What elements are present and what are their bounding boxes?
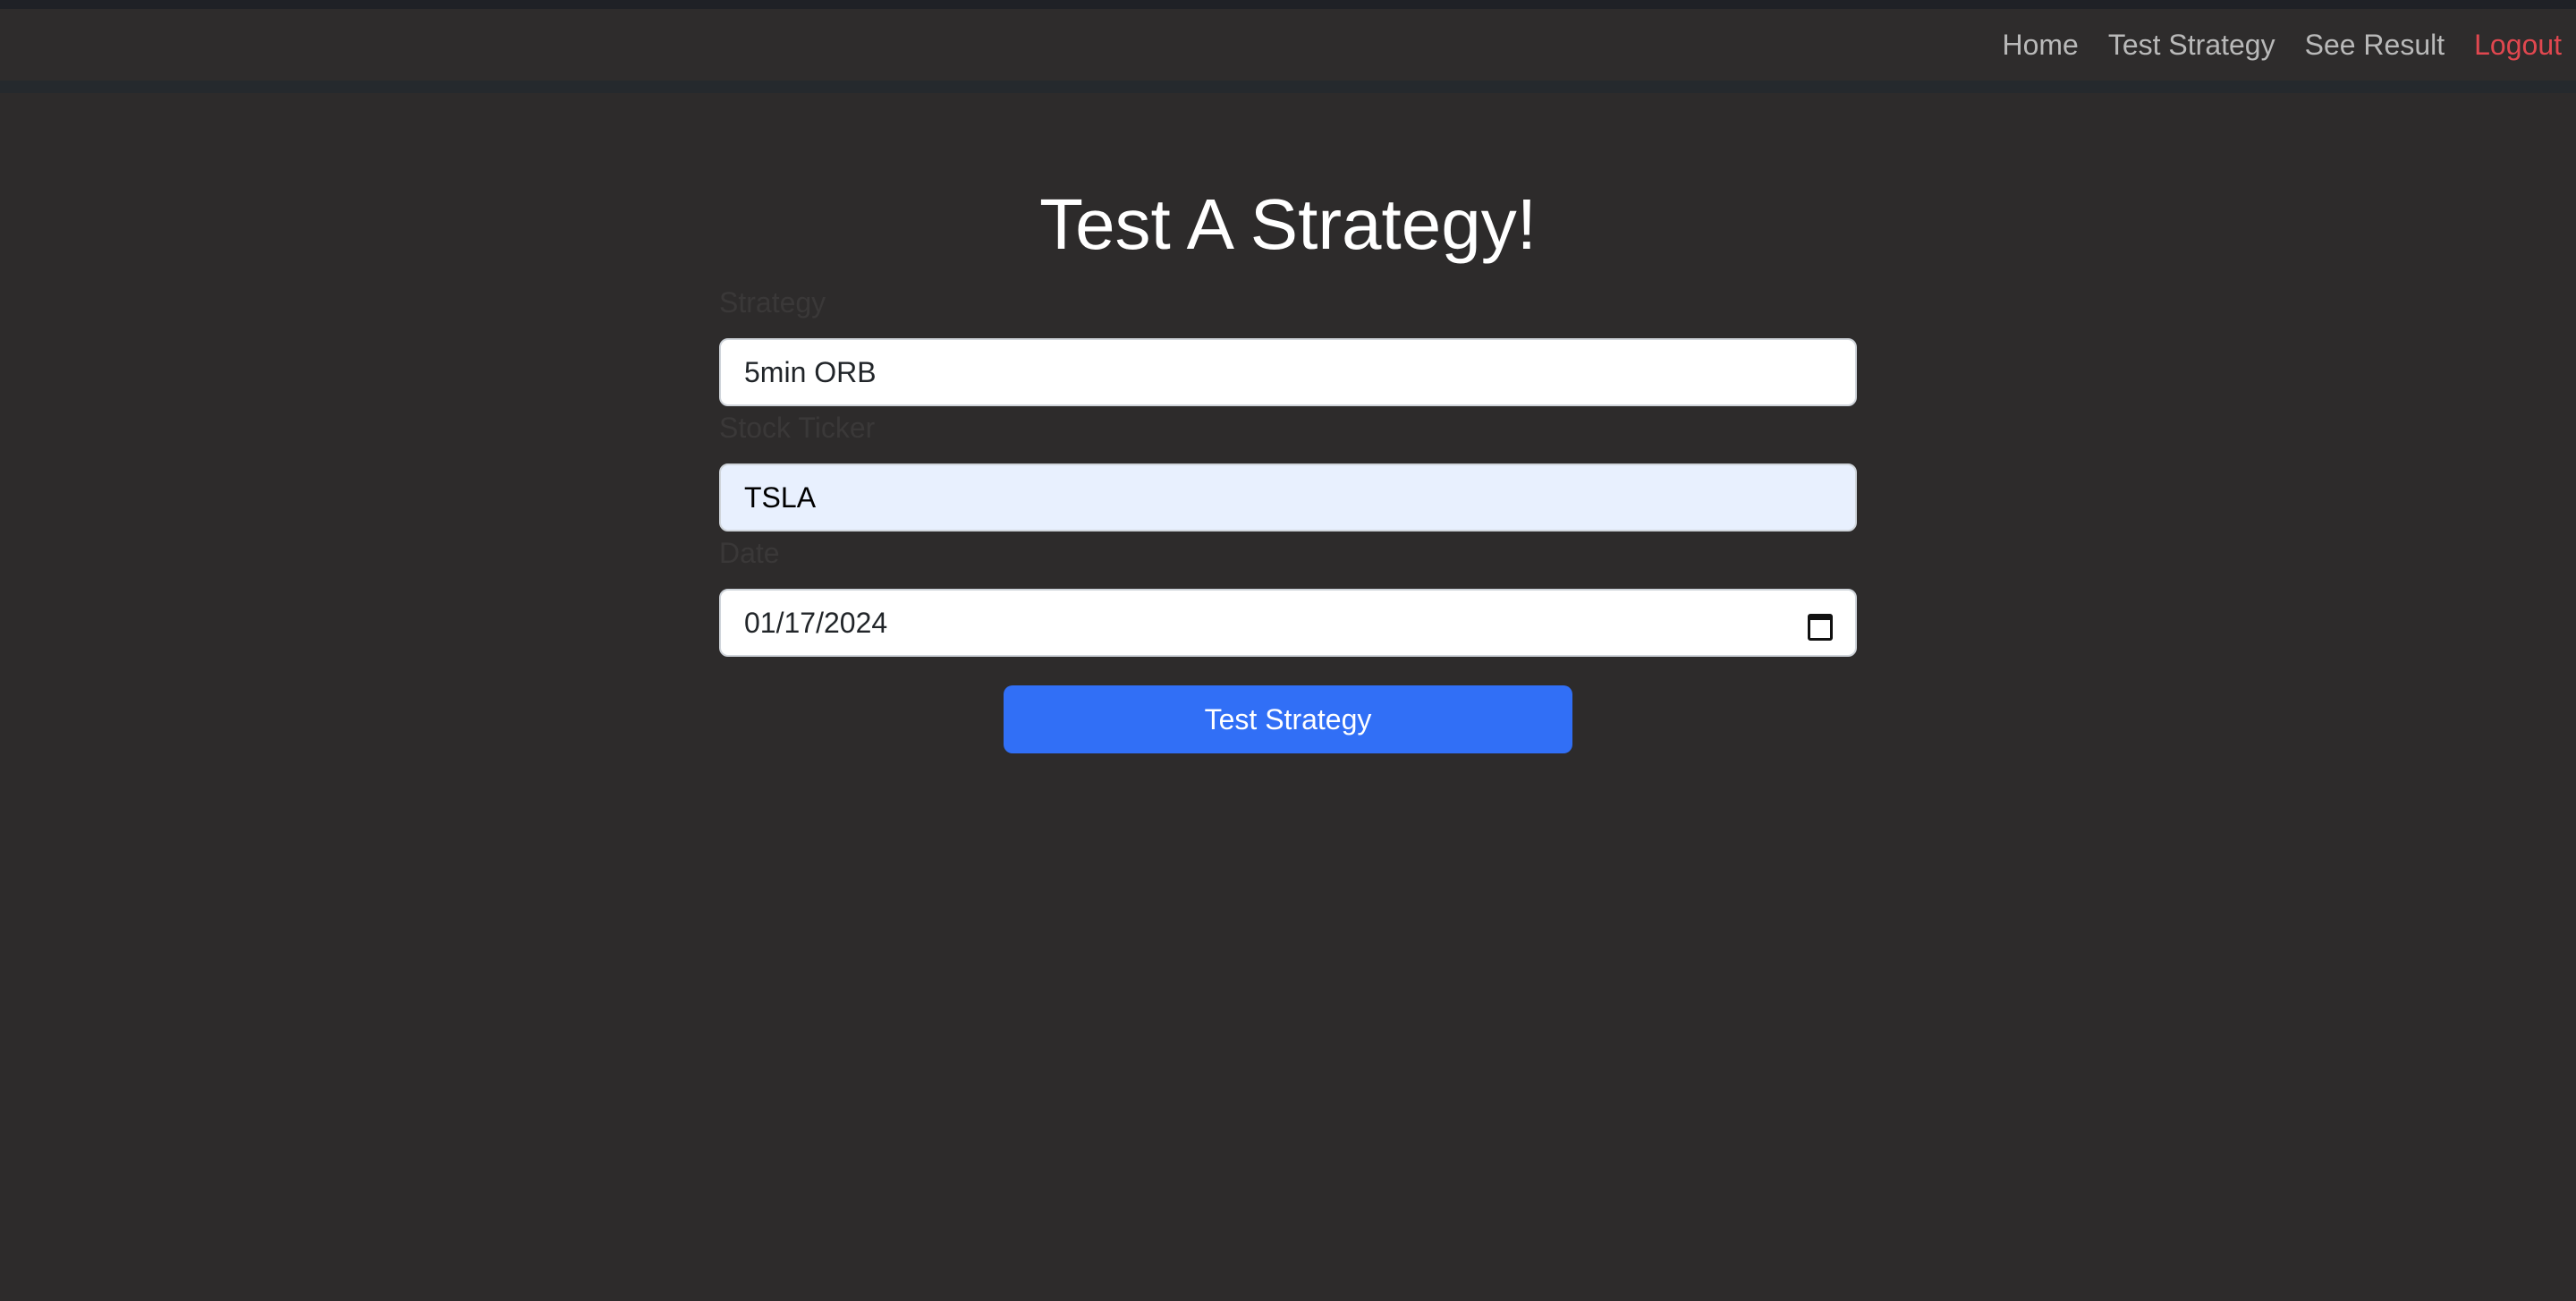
- nav-links: Home Test Strategy See Result Logout: [2002, 9, 2562, 81]
- nav-link-home[interactable]: Home: [2002, 29, 2078, 62]
- test-strategy-button[interactable]: Test Strategy: [1004, 685, 1572, 753]
- nav-link-logout[interactable]: Logout: [2474, 29, 2562, 62]
- nav-link-test-strategy[interactable]: Test Strategy: [2108, 29, 2275, 62]
- navbar: Home Test Strategy See Result Logout: [0, 9, 2576, 93]
- calendar-icon[interactable]: [1807, 610, 1833, 641]
- date-value: 01/17/2024: [744, 606, 888, 639]
- date-input[interactable]: 01/17/2024: [719, 589, 1857, 657]
- page-title: Test A Strategy!: [1039, 184, 1537, 264]
- strategy-label: Strategy: [719, 286, 826, 319]
- strategy-value: 5min ORB: [744, 355, 877, 388]
- nav-link-see-result[interactable]: See Result: [2305, 29, 2445, 62]
- top-strip: [0, 0, 2576, 9]
- strategy-input[interactable]: 5min ORB: [719, 338, 1857, 406]
- ticker-input[interactable]: TSLA: [719, 463, 1857, 531]
- date-label: Date: [719, 537, 780, 569]
- ticker-label: Stock Ticker: [719, 412, 876, 444]
- ticker-value: TSLA: [744, 480, 817, 514]
